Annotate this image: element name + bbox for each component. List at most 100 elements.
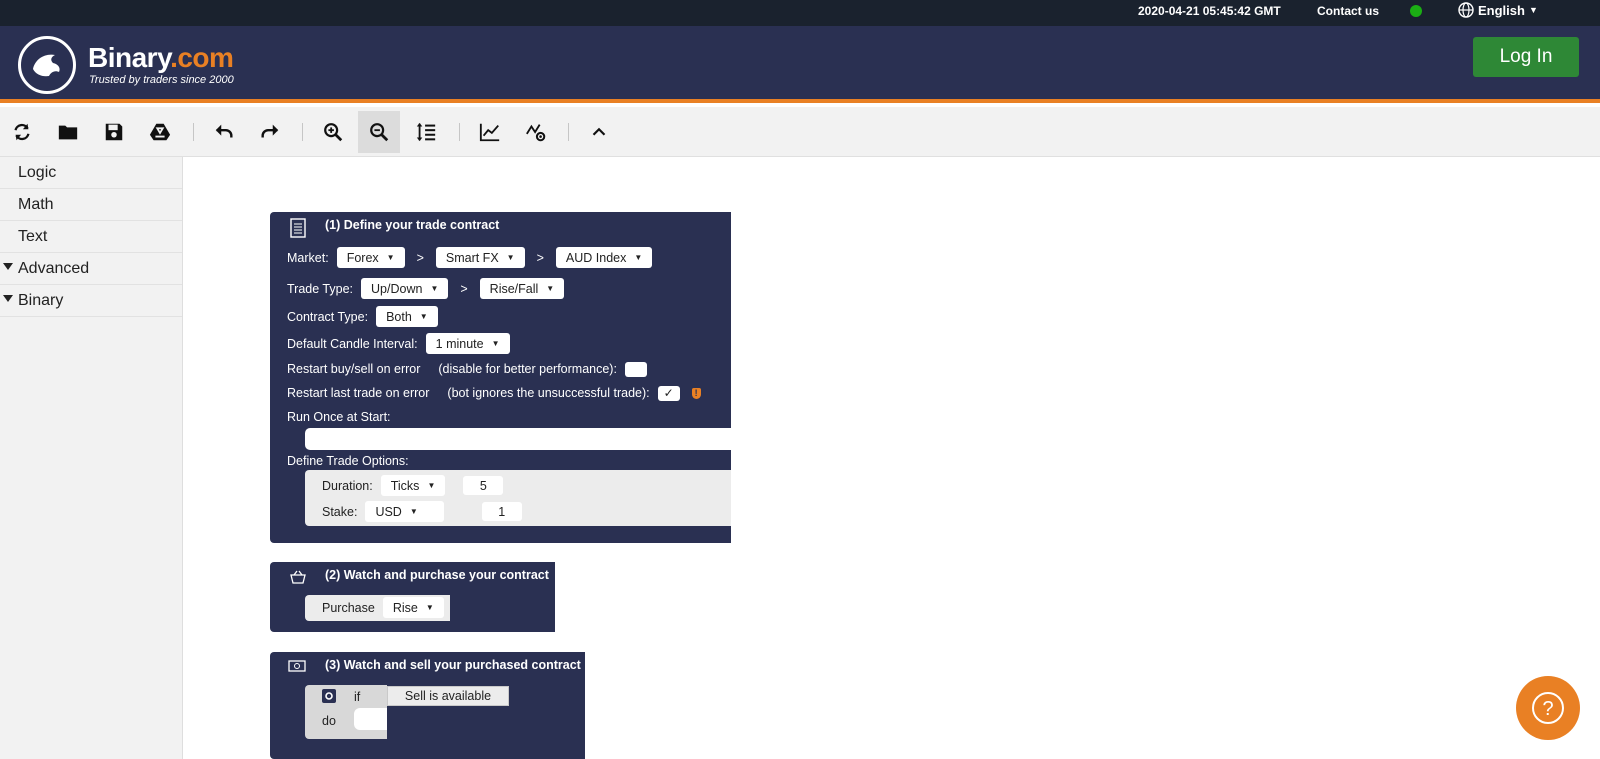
zoom-out-icon [370, 123, 389, 142]
restart-last-label: Restart last trade on error [287, 386, 430, 400]
if-block[interactable]: if do [305, 685, 387, 739]
contract-type-label: Contract Type: [287, 309, 369, 324]
zoom-in-button[interactable] [312, 111, 354, 153]
save-icon [105, 123, 123, 141]
do-slot[interactable] [354, 708, 387, 730]
category-binary[interactable]: Binary [0, 285, 182, 317]
trade-options-block[interactable]: Duration: Ticks ▼ 5 Stake: USD ▼ 1 [305, 470, 731, 526]
sell-block[interactable]: (3) Watch and sell your purchased contra… [270, 652, 585, 759]
block-categories-sidebar: Logic Math Text Advanced Binary [0, 157, 183, 759]
server-time: 2020-04-21 05:45:42 GMT [1138, 4, 1281, 18]
category-math[interactable]: Math [0, 189, 182, 221]
separator: > [460, 281, 468, 296]
login-button[interactable]: Log In [1473, 37, 1579, 77]
contract-type-dropdown[interactable]: Both ▼ [376, 306, 438, 327]
dropdown-arrow-icon: ▼ [634, 253, 643, 262]
toolbar [0, 107, 1600, 157]
toolbar-divider [568, 123, 569, 141]
globe-icon [1458, 2, 1474, 18]
run-once-label: Run Once at Start: [287, 410, 391, 424]
separator: > [536, 250, 544, 265]
header: Binary.com Trusted by traders since 2000… [0, 26, 1600, 103]
trade-definition-block[interactable]: (1) Define your trade contract Market: F… [270, 212, 731, 543]
run-once-slot[interactable] [305, 428, 731, 450]
trade-category-dropdown[interactable]: Up/Down ▼ [361, 278, 449, 299]
trade-type-dropdown[interactable]: Rise/Fall ▼ [479, 278, 565, 299]
toolbar-divider [459, 123, 460, 141]
block-title: (1) Define your trade contract [325, 218, 500, 232]
trade-options-label: Define Trade Options: [287, 454, 409, 468]
restart-buy-checkbox[interactable] [624, 361, 647, 377]
bull-logo-icon[interactable] [18, 36, 76, 94]
brand-tagline: Trusted by traders since 2000 [89, 74, 234, 86]
if-label: if [354, 690, 361, 704]
language-selector[interactable]: English ▼ [1458, 2, 1538, 18]
category-advanced[interactable]: Advanced [0, 253, 182, 285]
restart-last-checkbox[interactable]: ✓ [657, 385, 680, 401]
purchase-block[interactable]: (2) Watch and purchase your contract Pur… [270, 562, 555, 632]
category-logic[interactable]: Logic [0, 157, 182, 189]
separator: > [416, 250, 424, 265]
redo-button[interactable] [249, 111, 291, 153]
candle-interval-label: Default Candle Interval: [287, 336, 418, 351]
dropdown-arrow-icon: ▼ [506, 253, 515, 262]
submarket-dropdown[interactable]: Smart FX ▼ [435, 247, 525, 268]
dropdown-arrow-icon: ▼ [491, 339, 500, 348]
dropdown-arrow-icon: ▼ [386, 253, 395, 262]
expand-arrow-icon [3, 295, 13, 302]
dropdown-arrow-icon: ▼ [419, 312, 428, 321]
trading-view-button[interactable] [515, 111, 557, 153]
stake-value-input[interactable]: 1 [481, 502, 522, 521]
duration-unit-dropdown[interactable]: Ticks ▼ [380, 475, 446, 496]
sell-available-condition[interactable]: Sell is available [387, 686, 509, 706]
zoom-out-button[interactable] [358, 111, 400, 153]
stake-label: Stake: [322, 504, 358, 519]
settings-gear-icon[interactable] [322, 689, 336, 703]
purchase-dropdown[interactable]: Rise ▼ [382, 597, 444, 618]
undo-button[interactable] [203, 111, 245, 153]
trading-view-icon [526, 124, 546, 142]
dropdown-arrow-icon: ▼ [430, 284, 439, 293]
rearrange-icon [416, 122, 436, 142]
toolbar-divider [302, 123, 303, 141]
google-drive-button[interactable] [139, 111, 181, 153]
symbol-dropdown[interactable]: AUD Index ▼ [555, 247, 653, 268]
chart-icon [479, 123, 500, 142]
dropdown-arrow-icon: ▼ [546, 284, 555, 293]
zoom-in-icon [324, 123, 343, 142]
purchase-inner-block[interactable]: Purchase Rise ▼ [305, 595, 450, 621]
dropdown-arrow-icon: ▼ [425, 603, 434, 612]
chart-button[interactable] [469, 111, 511, 153]
brand-logo-text[interactable]: Binary.com [88, 42, 234, 74]
top-bar: 2020-04-21 05:45:42 GMT Contact us Engli… [0, 0, 1600, 26]
help-button[interactable]: ? [1516, 676, 1580, 740]
folder-icon [58, 125, 78, 140]
market-dropdown[interactable]: Forex ▼ [336, 247, 405, 268]
dropdown-arrow-icon: ▼ [427, 481, 436, 490]
restart-buy-hint: (disable for better performance): [438, 362, 617, 376]
category-text[interactable]: Text [0, 221, 182, 253]
open-button[interactable] [47, 111, 89, 153]
do-label: do [322, 714, 336, 728]
warning-icon[interactable]: ! [691, 387, 701, 399]
purchase-label: Purchase [322, 600, 375, 615]
redo-icon [261, 124, 279, 138]
candle-interval-dropdown[interactable]: 1 minute ▼ [425, 333, 510, 354]
contact-us-link[interactable]: Contact us [1317, 4, 1379, 18]
save-button[interactable] [93, 111, 135, 153]
duration-label: Duration: [322, 478, 373, 493]
block-title: (3) Watch and sell your purchased contra… [325, 658, 581, 672]
basket-icon [290, 570, 306, 584]
rearrange-button[interactable] [405, 111, 447, 153]
reset-button[interactable] [1, 111, 43, 153]
blockly-workspace[interactable]: (1) Define your trade contract Market: F… [184, 157, 1600, 759]
duration-value-input[interactable]: 5 [463, 476, 504, 495]
chevron-down-icon: ▼ [1528, 5, 1538, 15]
currency-dropdown[interactable]: USD ▼ [365, 501, 444, 522]
expand-arrow-icon [3, 263, 13, 270]
svg-text:?: ? [1542, 698, 1553, 720]
document-icon [290, 218, 306, 238]
collapse-toolbar-button[interactable] [578, 111, 620, 153]
toolbar-divider [193, 123, 194, 141]
question-icon: ? [1532, 692, 1564, 724]
